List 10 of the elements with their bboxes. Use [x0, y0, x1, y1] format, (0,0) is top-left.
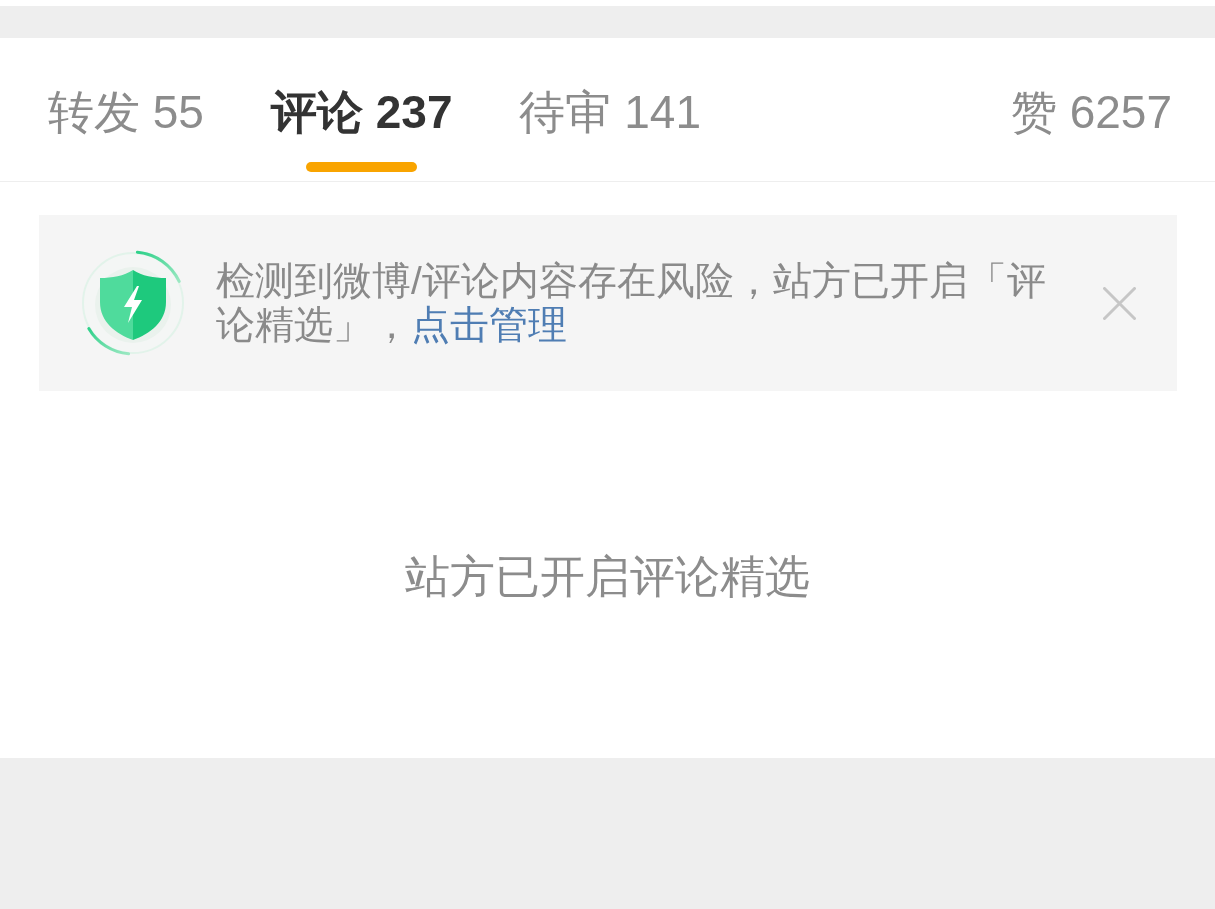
- tab[interactable]: 转发 55: [48, 86, 204, 138]
- manage-link[interactable]: 点击管理: [411, 303, 567, 346]
- tab[interactable]: 待审 141: [519, 86, 701, 138]
- tab[interactable]: 赞 6257: [1010, 86, 1172, 138]
- close-icon: [1103, 286, 1136, 320]
- shield-lightning-icon: [80, 250, 186, 356]
- empty-state-message: 站方已开启评论精选: [404, 550, 811, 604]
- notice-text: 检测到微博/评论内容存在风险，站方已开启「评论精选」，点击管理: [216, 259, 1047, 347]
- tab[interactable]: 评论 237: [270, 86, 453, 138]
- close-button[interactable]: [1103, 286, 1136, 320]
